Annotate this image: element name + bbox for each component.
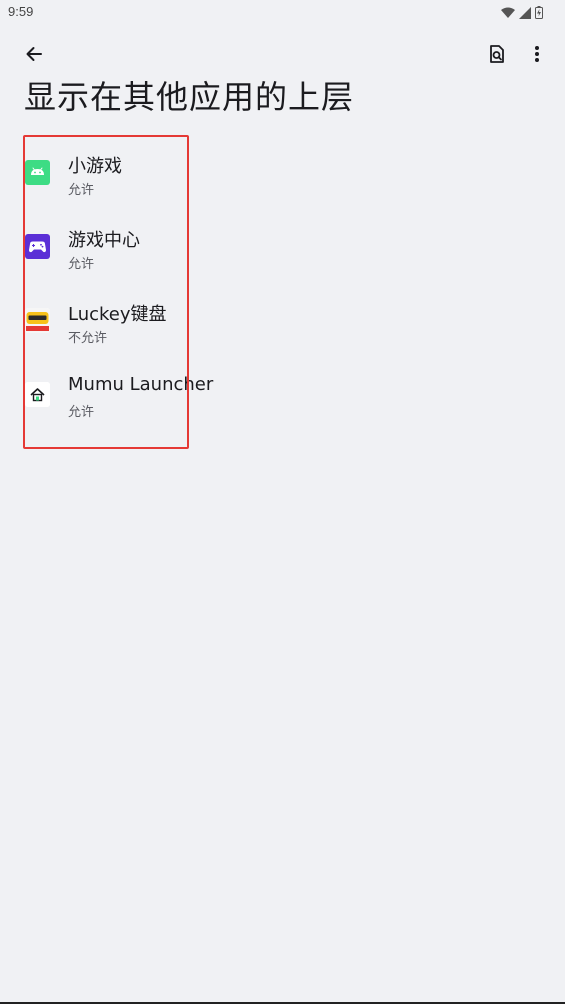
gamepad-icon	[25, 234, 50, 259]
app-permission-status: 允许	[68, 257, 95, 272]
status-time: 9:59	[8, 4, 34, 19]
app-permission-status: 允许	[68, 405, 95, 420]
arrow-back-icon	[26, 47, 42, 61]
search-settings-button[interactable]	[483, 40, 511, 68]
luckey-keyboard-icon	[25, 308, 50, 333]
app-name: 游戏中心	[68, 230, 140, 251]
wifi-icon	[501, 4, 515, 23]
app-name: 小游戏	[68, 156, 122, 177]
app-bar	[0, 30, 565, 76]
app-permission-status: 不允许	[68, 331, 108, 346]
page-title: 显示在其他应用的上层	[24, 78, 355, 116]
app-permission-status: 允许	[68, 183, 95, 198]
battery-icon	[535, 4, 543, 23]
back-button[interactable]	[20, 40, 48, 68]
more-options-button[interactable]	[523, 40, 551, 68]
list-item-game-center[interactable]: 游戏中心 允许	[0, 204, 565, 278]
android-icon	[25, 160, 50, 185]
more-vert-icon	[535, 46, 539, 62]
signal-icon	[519, 4, 531, 23]
app-name: Mumu Launcher	[68, 374, 214, 395]
list-item-mumu-launcher[interactable]: Mumu Launcher 允许	[0, 352, 565, 426]
list-item-luckey-keyboard[interactable]: Luckey键盘 不允许	[0, 278, 565, 352]
app-name: Luckey键盘	[68, 304, 167, 325]
status-icons	[501, 4, 543, 23]
list-item-mini-game[interactable]: 小游戏 允许	[0, 130, 565, 204]
status-bar: 9:59	[0, 0, 565, 24]
app-list: 小游戏 允许 游戏中心 允许 Luckey键盘 不允许 Mumu Launche…	[0, 130, 565, 426]
search-document-icon	[490, 45, 504, 63]
home-launcher-icon	[25, 382, 50, 407]
